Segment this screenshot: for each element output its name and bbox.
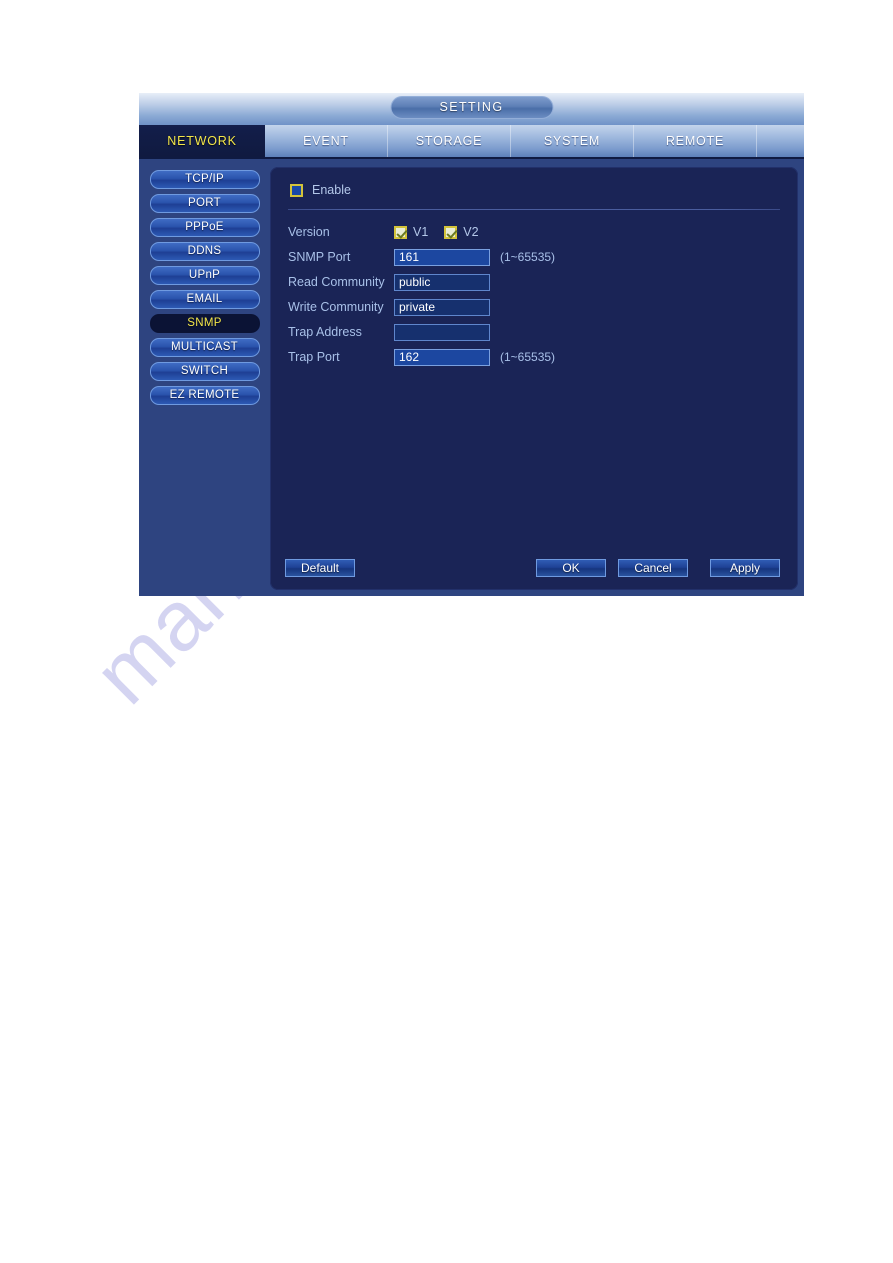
setting-dialog: SETTING NETWORK EVENT STORAGE SYSTEM REM… [139,93,804,596]
version-label: Version [288,225,330,239]
write-community-row: Write Community private [288,295,798,319]
trap-port-label: Trap Port [288,350,340,364]
enable-checkbox[interactable] [290,183,303,197]
ok-button[interactable]: OK [536,559,606,577]
snmp-port-row: SNMP Port 161 (1~65535) [288,245,798,269]
version-v2-checkbox[interactable] [444,225,458,239]
trap-port-input[interactable]: 162 [394,348,490,366]
main-tabs: NETWORK EVENT STORAGE SYSTEM REMOTE [139,125,804,159]
enable-label: Enable [312,183,351,197]
dialog-body: TCP/IP PORT PPPoE DDNS UPnP EMAIL SNMP M… [139,159,804,596]
sidebar-item-switch[interactable]: SWITCH [149,362,260,381]
sidebar-item-ez-remote[interactable]: EZ REMOTE [149,386,260,405]
snmp-port-label: SNMP Port [288,250,351,264]
version-v1-checkbox[interactable] [394,225,407,239]
tab-remote[interactable]: REMOTE [634,125,757,157]
read-community-row: Read Community public [288,270,798,294]
snmp-form: Version V1 V2 SNMP Port 161 (1~65535) Re… [270,210,798,369]
sidebar-item-multicast[interactable]: MULTICAST [149,338,260,357]
trap-port-row: Trap Port 162 (1~65535) [288,345,798,369]
trap-address-input[interactable] [394,323,490,341]
write-community-label: Write Community [288,300,384,314]
read-community-input[interactable]: public [394,273,490,291]
sidebar-item-email[interactable]: EMAIL [149,290,260,309]
version-options: V1 V2 [394,225,495,239]
network-sidebar: TCP/IP PORT PPPoE DDNS UPnP EMAIL SNMP M… [139,159,270,596]
trap-port-hint: (1~65535) [500,350,556,364]
sidebar-item-upnp[interactable]: UPnP [149,266,260,285]
sidebar-item-pppoe[interactable]: PPPoE [149,218,260,237]
apply-button[interactable]: Apply [710,559,780,577]
snmp-settings-panel: Enable Version V1 V2 SNMP Port 161 (1~65… [270,167,798,590]
trap-address-label: Trap Address [288,325,362,339]
version-v2-label: V2 [463,225,479,239]
trap-address-row: Trap Address [288,320,798,344]
write-community-input[interactable]: private [394,298,490,316]
tab-storage[interactable]: STORAGE [388,125,511,157]
cancel-button[interactable]: Cancel [618,559,688,577]
version-v1-label: V1 [413,225,429,239]
sidebar-item-port[interactable]: PORT [149,194,260,213]
sidebar-item-tcpip[interactable]: TCP/IP [149,170,260,189]
dialog-footer: Default OK Cancel Apply [270,559,798,579]
enable-row: Enable [270,167,798,197]
tab-network[interactable]: NETWORK [139,125,265,157]
dialog-title: SETTING [390,96,553,119]
tab-system[interactable]: SYSTEM [511,125,634,157]
dialog-titlebar: SETTING [139,93,804,125]
version-row: Version V1 V2 [288,220,798,244]
read-community-label: Read Community [288,275,385,289]
default-button[interactable]: Default [285,559,355,577]
tab-event[interactable]: EVENT [265,125,388,157]
sidebar-item-ddns[interactable]: DDNS [149,242,260,261]
tab-strip-filler [757,125,804,157]
snmp-port-input[interactable]: 161 [394,248,490,266]
sidebar-item-snmp[interactable]: SNMP [149,314,260,333]
snmp-port-hint: (1~65535) [500,250,556,264]
